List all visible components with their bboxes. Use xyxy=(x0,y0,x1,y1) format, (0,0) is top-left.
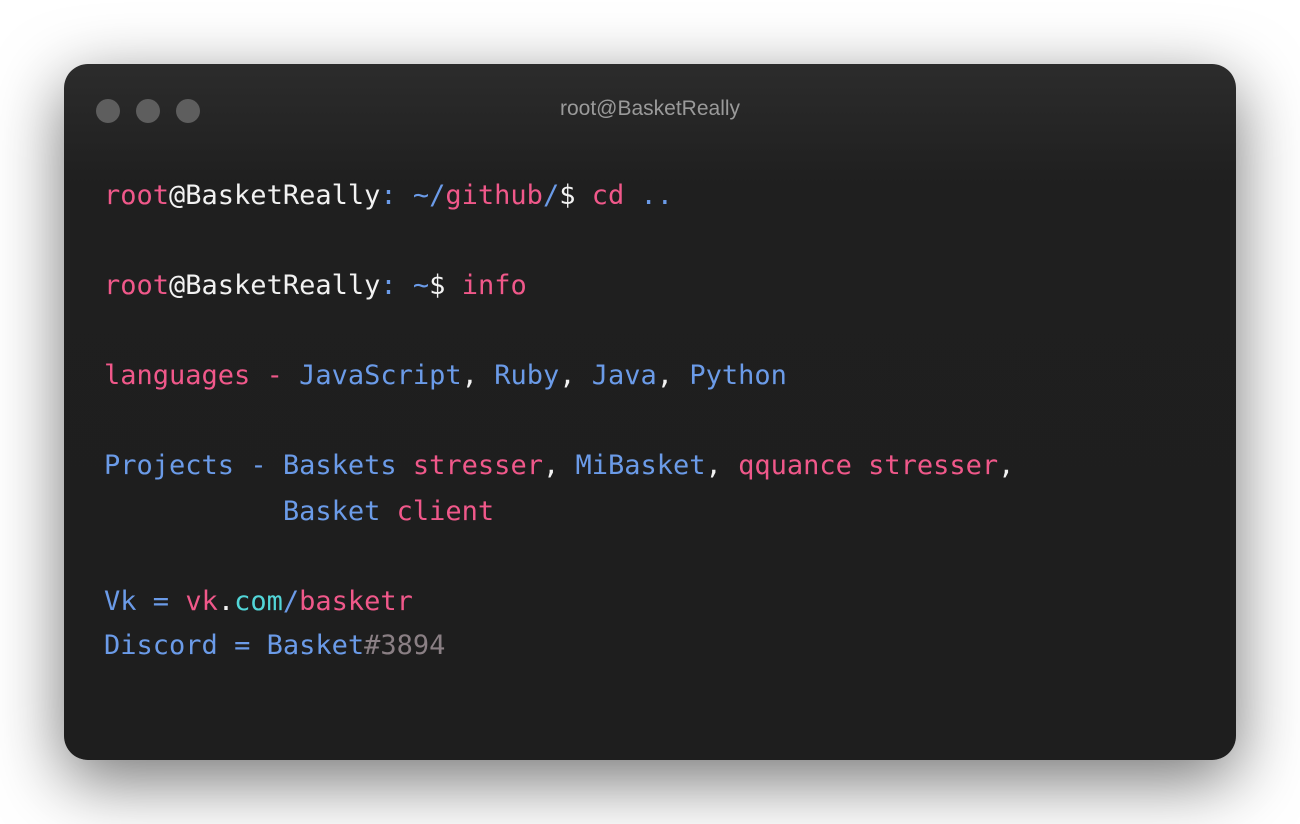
projects-line: Projects - Baskets stresser, MiBasket, q… xyxy=(104,448,1014,484)
vk-equals: = xyxy=(152,586,170,617)
vk-domain: vk xyxy=(185,586,218,617)
vk-slash: / xyxy=(282,586,300,617)
command-line-info: root@BasketReally: ~$ info xyxy=(104,268,527,304)
command-arg: .. xyxy=(640,180,674,211)
terminal-output[interactable]: root@BasketReally: ~/github/$ cd .. root… xyxy=(104,64,1014,746)
comma: , xyxy=(656,360,674,391)
prompt-separator: : xyxy=(380,270,397,301)
prompt-slash: / xyxy=(542,180,560,211)
comma: , xyxy=(559,360,576,391)
prompt-tilde: ~ xyxy=(412,270,430,301)
project-name: stresser xyxy=(868,450,999,481)
languages-dash: - xyxy=(266,360,283,391)
discord-line: Discord = Basket#3894 xyxy=(104,628,445,664)
discord-equals: = xyxy=(234,630,251,661)
terminal-window: root@BasketReally root@BasketReally: ~/g… xyxy=(64,64,1236,760)
vk-dot: . xyxy=(217,586,235,617)
command-name: info xyxy=(461,270,527,301)
language-item: Python xyxy=(689,360,787,391)
projects-label: Projects xyxy=(104,450,235,481)
prompt-separator: : xyxy=(380,180,397,211)
comma: , xyxy=(461,360,478,391)
comma: , xyxy=(705,450,722,481)
vk-tld: com xyxy=(234,586,283,617)
languages-label: languages xyxy=(104,360,251,391)
comma: , xyxy=(542,450,560,481)
stage: root@BasketReally root@BasketReally: ~/g… xyxy=(0,0,1300,824)
language-item: Ruby xyxy=(494,360,560,391)
projects-dash: - xyxy=(250,450,267,481)
command-name: cd xyxy=(591,180,625,211)
prompt-user: root xyxy=(104,270,170,301)
project-name: Basket xyxy=(282,496,381,527)
prompt-symbol: $ xyxy=(429,270,446,301)
language-item: Java xyxy=(591,360,657,391)
title-bar: root@BasketReally xyxy=(64,64,1236,156)
project-name: MiBasket xyxy=(575,450,706,481)
prompt-tilde: ~/ xyxy=(412,180,446,211)
project-name: Baskets xyxy=(282,450,397,481)
command-line-cd: root@BasketReally: ~/github/$ cd .. xyxy=(104,178,673,214)
discord-label: Discord xyxy=(104,630,218,661)
window-title: root@BasketReally xyxy=(559,97,741,120)
project-name: client xyxy=(396,496,495,527)
languages-line: languages - JavaScript, Ruby, Java, Pyth… xyxy=(104,358,787,394)
prompt-host: @BasketReally xyxy=(169,180,381,211)
discord-name: Basket xyxy=(266,630,365,661)
prompt-dir: github xyxy=(445,180,543,211)
project-name: qquance xyxy=(738,450,852,481)
prompt-host: @BasketReally xyxy=(169,270,381,301)
prompt-symbol: $ xyxy=(559,180,576,211)
language-item: JavaScript xyxy=(299,360,462,391)
project-name: stresser xyxy=(412,450,543,481)
projects-line-continued: XXXXXXXXXXXBasket client xyxy=(104,494,494,530)
discord-tag: #3894 xyxy=(364,630,446,661)
comma: , xyxy=(998,450,1015,481)
vk-path: basketr xyxy=(299,586,413,617)
prompt-user: root xyxy=(104,180,170,211)
vk-line: Vk = vk.com/basketr xyxy=(104,584,413,620)
vk-label: Vk xyxy=(104,586,137,617)
